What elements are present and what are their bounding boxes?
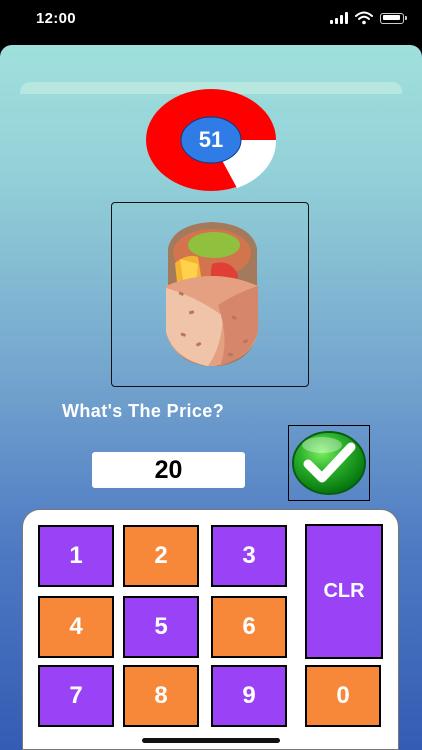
submit-answer-button[interactable]: [288, 425, 370, 501]
key-3[interactable]: 3: [211, 525, 287, 587]
status-time: 12:00: [36, 10, 76, 27]
numeric-keypad: 1 2 3 CLR 4 5 6 7 8 9 0: [22, 509, 399, 750]
key-9[interactable]: 9: [211, 665, 287, 727]
cellular-signal-icon: [330, 12, 348, 24]
battery-icon: [380, 12, 407, 24]
key-8[interactable]: 8: [123, 665, 199, 727]
key-0[interactable]: 0: [305, 665, 381, 727]
answer-input[interactable]: 20: [92, 452, 245, 488]
key-1[interactable]: 1: [38, 525, 114, 587]
status-icons: [330, 11, 407, 25]
key-2[interactable]: 2: [123, 525, 199, 587]
green-checkmark-icon: [292, 431, 366, 495]
countdown-timer: 51: [145, 88, 277, 192]
wifi-icon: [355, 11, 373, 25]
key-6[interactable]: 6: [211, 596, 287, 658]
phone-screen: 12:00 51 What's The Price? 20 1 2 3 CLR …: [0, 0, 422, 750]
price-question: What's The Price?: [62, 401, 225, 421]
burrito-wrap-image: [166, 222, 258, 366]
clear-key[interactable]: CLR: [305, 524, 383, 659]
key-4[interactable]: 4: [38, 596, 114, 658]
home-indicator: [142, 738, 280, 743]
timer-value: 51: [198, 127, 224, 152]
status-bar: 12:00: [0, 0, 422, 44]
key-7[interactable]: 7: [38, 665, 114, 727]
key-5[interactable]: 5: [123, 596, 199, 658]
